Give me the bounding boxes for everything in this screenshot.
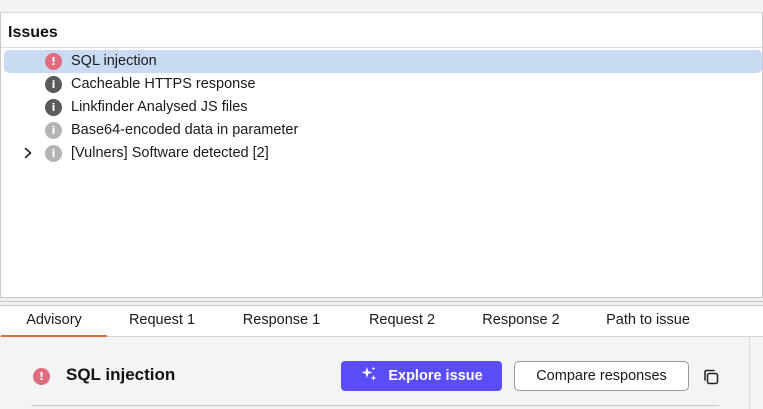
issue-row-base64[interactable]: i Base64-encoded data in parameter: [4, 119, 762, 142]
issues-panel: Issues ! SQL injection i Cacheable HTTPS…: [0, 13, 763, 297]
explore-issue-label: Explore issue: [388, 368, 483, 384]
issue-label: SQL injection: [71, 53, 157, 69]
tab-request-1[interactable]: Request 1: [115, 306, 209, 337]
top-strip: [0, 0, 763, 13]
exclamation-circle-icon: !: [45, 53, 62, 70]
issue-row-vulners[interactable]: i [Vulners] Software detected [2]: [4, 142, 762, 165]
issue-label: Cacheable HTTPS response: [71, 76, 256, 92]
exclamation-circle-icon: !: [33, 368, 50, 385]
explore-issue-button[interactable]: Explore issue: [341, 361, 502, 391]
tab-advisory[interactable]: Advisory: [1, 306, 107, 337]
tab-response-2[interactable]: Response 2: [470, 306, 572, 337]
issue-row-cacheable-https[interactable]: i Cacheable HTTPS response: [4, 73, 762, 96]
info-circle-icon: i: [45, 99, 62, 116]
issue-row-linkfinder[interactable]: i Linkfinder Analysed JS files: [4, 96, 762, 119]
info-circle-icon: i: [45, 122, 62, 139]
vertical-scrollbar[interactable]: [749, 337, 763, 409]
advisory-divider: [31, 405, 719, 406]
issue-list: ! SQL injection i Cacheable HTTPS respon…: [4, 50, 762, 165]
advisory-panel: ! SQL injection Explore issue Compare re…: [0, 337, 749, 409]
tab-request-2[interactable]: Request 2: [355, 306, 449, 337]
compare-responses-button[interactable]: Compare responses: [514, 361, 689, 391]
issue-label: [Vulners] Software detected [2]: [71, 145, 269, 161]
chevron-right-icon[interactable]: [21, 146, 35, 160]
issues-title: Issues: [8, 24, 58, 41]
issue-label: Linkfinder Analysed JS files: [71, 99, 248, 115]
detail-tabs: Advisory Request 1 Response 1 Request 2 …: [0, 306, 763, 337]
info-circle-icon: i: [45, 145, 62, 162]
issues-header-divider: [1, 47, 762, 48]
tab-response-1[interactable]: Response 1: [230, 306, 333, 337]
copy-icon[interactable]: [701, 367, 721, 387]
sparkle-icon: [360, 365, 378, 387]
issue-row-sql-injection[interactable]: ! SQL injection: [4, 50, 762, 73]
tab-path-to-issue[interactable]: Path to issue: [594, 306, 702, 337]
advisory-title: SQL injection: [66, 365, 176, 384]
info-circle-icon: i: [45, 76, 62, 93]
split-pane-divider[interactable]: [0, 297, 763, 306]
issue-label: Base64-encoded data in parameter: [71, 122, 299, 138]
